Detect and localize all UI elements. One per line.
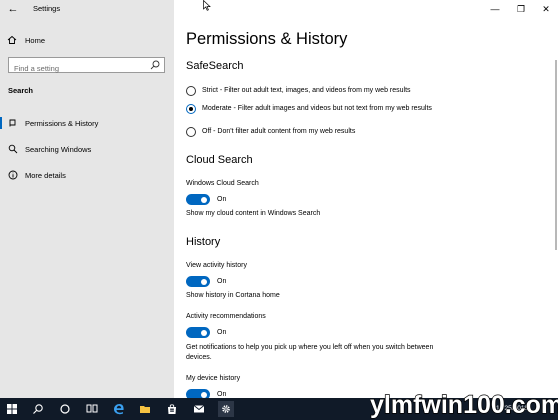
magnifier-icon[interactable] [150,60,160,70]
activity-recommendations-description: Get notifications to help you pick up wh… [186,344,434,361]
edge-icon [114,404,124,415]
safesearch-strict-option[interactable]: Strict - Filter out adult text, images, … [186,86,442,96]
toggle-state-label: On [217,278,227,285]
cloud-search-toggle-row[interactable]: On [186,194,226,205]
sidebar-item-label: More details [25,170,66,180]
mail-icon [193,405,205,413]
cloud-search-toggle[interactable] [186,194,210,205]
cortana-button[interactable] [57,401,73,417]
toggle-state-label: On [217,391,227,398]
home-nav-item[interactable]: Home [7,34,45,46]
activity-history-toggle[interactable] [186,276,210,287]
cloud-search-heading: Cloud Search [186,154,253,166]
content-scrollbar[interactable] [554,0,558,398]
page-title: Permissions & History [186,30,348,48]
activity-recommendations-toggle[interactable] [186,327,210,338]
taskbar-search-button[interactable] [30,401,46,417]
settings-taskbar-button[interactable] [218,401,234,417]
windows-start-icon [7,404,17,414]
task-view-icon [86,404,98,413]
activity-history-toggle-row[interactable]: On [186,276,226,287]
main-content: — ❐ ✕ Permissions & History SafeSearch S… [174,0,558,398]
cortana-icon [60,404,70,414]
toggle-state-label: On [217,329,227,336]
off-label: Off - Don't filter adult content from my… [202,128,356,135]
app-title: Settings [33,4,61,13]
home-icon [7,35,17,44]
view-activity-history-label: View activity history [186,262,247,269]
activity-recommendations-label: Activity recommendations [186,313,266,320]
sidebar-item-more-details[interactable]: More details [0,165,174,185]
strict-radio[interactable] [186,86,196,96]
edge-button[interactable] [111,401,127,417]
sidebar: ← Settings Home Search Permissions & His… [0,0,174,398]
sidebar-item-label: Searching Windows [25,144,92,154]
strict-label: Strict - Filter out adult text, images, … [202,87,411,94]
maximize-button[interactable]: ❐ [514,3,528,15]
moderate-label: Moderate - Filter adult images and video… [202,105,432,112]
sidebar-item-searching-windows[interactable]: Searching Windows [0,139,174,159]
activity-recommendations-toggle-row[interactable]: On [186,327,226,338]
off-radio[interactable] [186,127,196,137]
sidebar-section-label: Search [8,86,34,95]
task-view-button[interactable] [84,401,100,417]
windows-cloud-search-label: Windows Cloud Search [186,180,259,187]
search-icon [8,144,18,154]
history-heading: History [186,236,221,248]
cloud-search-description: Show my cloud content in Windows Search [186,210,321,217]
safesearch-moderate-option[interactable]: Moderate - Filter adult images and video… [186,104,442,114]
back-arrow-icon[interactable]: ← [6,3,20,15]
toggle-state-label: On [217,196,227,203]
mail-button[interactable] [191,401,207,417]
minimize-button[interactable]: — [488,3,502,15]
search-icon [33,404,43,414]
sidebar-item-permissions-history[interactable]: Permissions & History [0,113,174,133]
permissions-icon [9,119,16,127]
store-button[interactable] [164,401,180,417]
sidebar-item-label: Permissions & History [25,118,99,128]
info-icon [8,170,18,180]
safesearch-heading: SafeSearch [186,60,244,72]
windows-start-button[interactable] [4,401,20,417]
mouse-pointer-icon [203,0,211,11]
device-history-toggle-row[interactable]: On [186,389,226,398]
my-device-history-label: My device history [186,375,241,382]
file-explorer-button[interactable] [137,401,153,417]
moderate-radio[interactable] [186,104,196,114]
scrollbar-thumb[interactable] [555,60,557,250]
file-explorer-icon [140,406,150,413]
close-button[interactable]: ✕ [539,3,553,15]
find-setting-input[interactable] [9,61,139,76]
find-setting-search-box[interactable] [8,57,165,76]
safesearch-off-option[interactable]: Off - Don't filter adult content from my… [186,127,442,137]
activity-history-description: Show history in Cortana home [186,292,280,299]
watermark-text: ylmfwin100.com [370,391,558,419]
store-icon [168,404,176,414]
home-label: Home [25,35,46,45]
settings-icon [222,405,230,413]
device-history-toggle[interactable] [186,389,210,398]
watermark-logo: ylmfwin100.com [370,390,558,419]
